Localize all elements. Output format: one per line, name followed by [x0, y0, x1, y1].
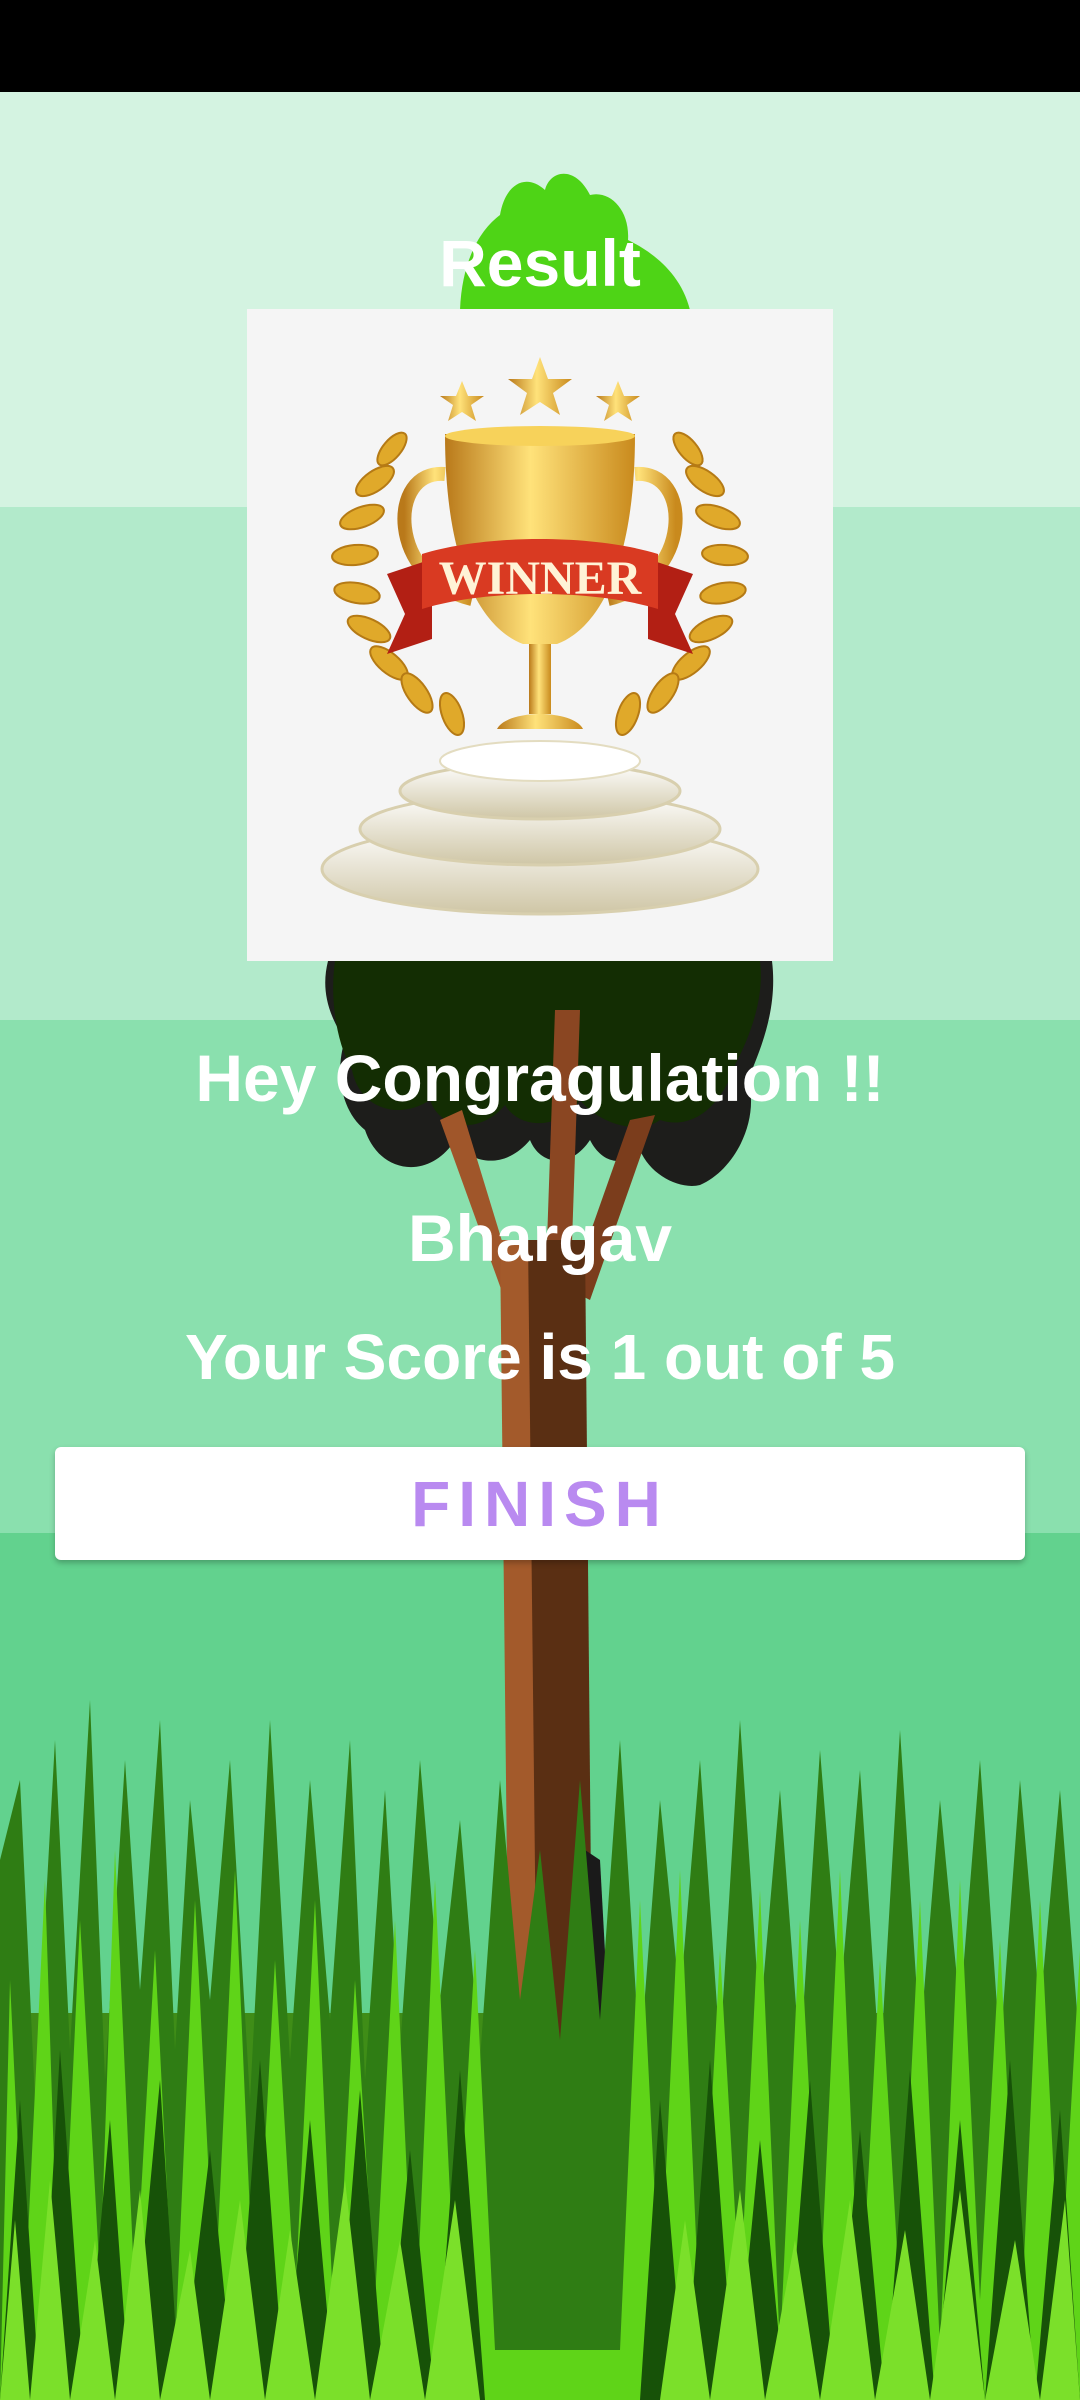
finish-button-label: FINISH: [411, 1467, 669, 1540]
player-name: Bhargav: [407, 1201, 673, 1275]
ribbon-text: WINNER: [439, 552, 643, 605]
finish-button[interactable]: FINISH: [55, 1447, 1025, 1560]
star-icon: [596, 381, 640, 421]
winner-trophy-icon: WINNER: [320, 357, 760, 916]
star-icon: [508, 357, 572, 415]
winner-trophy-image: WINNER: [247, 309, 833, 961]
star-icon: [440, 381, 484, 421]
congratulation-text: Hey Congragulation !!: [195, 1041, 885, 1115]
score-text: Your Score is 1 out of 5: [184, 1321, 896, 1393]
result-title: Result: [439, 226, 641, 300]
